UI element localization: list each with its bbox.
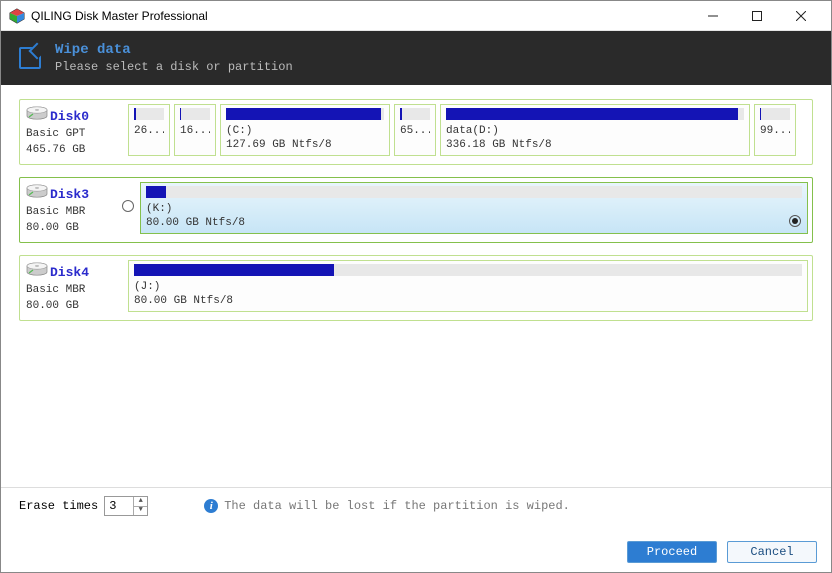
disk-name: Disk0 <box>50 109 89 124</box>
options-bar: Erase times ▲ ▼ i The data will be lost … <box>1 487 831 524</box>
spinner-down-icon[interactable]: ▼ <box>134 507 147 516</box>
disk-size: 80.00 GB <box>26 299 116 314</box>
disk-row[interactable]: Disk4 Basic MBR 80.00 GB(J:)80.00 GB Ntf… <box>19 255 813 321</box>
usage-bar <box>760 108 790 120</box>
usage-bar <box>226 108 384 120</box>
partition-radio[interactable] <box>789 215 801 227</box>
disk-size: 80.00 GB <box>26 221 116 236</box>
erase-times-spinner[interactable]: ▲ ▼ <box>104 496 148 516</box>
usage-bar <box>400 108 430 120</box>
usage-bar <box>446 108 744 120</box>
page-subtitle: Please select a disk or partition <box>55 60 293 74</box>
hint-text: The data will be lost if the partition i… <box>224 499 570 513</box>
cancel-button[interactable]: Cancel <box>727 541 817 563</box>
erase-times-label: Erase times <box>19 499 98 513</box>
partition[interactable]: (K:)80.00 GB Ntfs/8 <box>140 182 808 234</box>
disk-list: Disk0 Basic GPT 465.76 GB 26... 16... (C:)1… <box>1 85 831 321</box>
disk-row[interactable]: Disk3 Basic MBR 80.00 GB (K:)80.00 GB Ntf… <box>19 177 813 243</box>
disk-type: Basic MBR <box>26 205 116 220</box>
partition-size: 26... <box>134 124 164 138</box>
disk-icon <box>26 184 48 204</box>
partition-size: 80.00 GB Ntfs/8 <box>146 216 802 230</box>
partition-size: 336.18 GB Ntfs/8 <box>446 138 744 152</box>
wipe-icon <box>19 47 41 69</box>
partition-list: 26... 16... (C:)127.69 GB Ntfs/8 65... data(… <box>128 104 808 156</box>
disk-info: Disk0 Basic GPT 465.76 GB <box>22 104 122 160</box>
disk-type: Basic GPT <box>26 127 116 142</box>
partition[interactable]: data(D:)336.18 GB Ntfs/8 <box>440 104 750 156</box>
disk-row[interactable]: Disk0 Basic GPT 465.76 GB 26... 16... (C:)1… <box>19 99 813 165</box>
partition[interactable]: 26... <box>128 104 170 156</box>
minimize-button[interactable] <box>691 2 735 30</box>
partition-size: 65... <box>400 124 430 138</box>
disk-name: Disk3 <box>50 187 89 202</box>
maximize-button[interactable] <box>735 2 779 30</box>
partition[interactable]: (C:)127.69 GB Ntfs/8 <box>220 104 390 156</box>
erase-times-input[interactable] <box>105 497 133 515</box>
disk-type: Basic MBR <box>26 283 116 298</box>
usage-bar <box>134 264 802 276</box>
partition-size: 127.69 GB Ntfs/8 <box>226 138 384 152</box>
partition[interactable]: 99... <box>754 104 796 156</box>
partition-list: (K:)80.00 GB Ntfs/8 <box>140 182 808 234</box>
titlebar: QILING Disk Master Professional <box>1 1 831 31</box>
partition-label: (K:) <box>146 202 802 216</box>
partition[interactable]: 16... <box>174 104 216 156</box>
partition-label: data(D:) <box>446 124 744 138</box>
partition[interactable]: (J:)80.00 GB Ntfs/8 <box>128 260 808 312</box>
partition-list: (J:)80.00 GB Ntfs/8 <box>128 260 808 312</box>
partition-label: (C:) <box>226 124 384 138</box>
window-title: QILING Disk Master Professional <box>31 9 208 23</box>
page-header: Wipe data Please select a disk or partit… <box>1 31 831 85</box>
partition[interactable]: 65... <box>394 104 436 156</box>
disk-info: Disk4 Basic MBR 80.00 GB <box>22 260 122 316</box>
action-bar: Proceed Cancel <box>1 532 831 572</box>
disk-name: Disk4 <box>50 265 89 280</box>
disk-size: 465.76 GB <box>26 143 116 158</box>
usage-bar <box>146 186 802 198</box>
disk-icon <box>26 106 48 126</box>
partition-size: 99... <box>760 124 790 138</box>
usage-bar <box>134 108 164 120</box>
app-logo-icon <box>9 8 25 24</box>
page-title: Wipe data <box>55 42 293 58</box>
disk-info: Disk3 Basic MBR 80.00 GB <box>22 182 122 238</box>
disk-radio[interactable] <box>122 200 134 212</box>
spinner-up-icon[interactable]: ▲ <box>134 497 147 507</box>
close-button[interactable] <box>779 2 823 30</box>
partition-label: (J:) <box>134 280 802 294</box>
partition-size: 16... <box>180 124 210 138</box>
info-icon: i <box>204 499 218 513</box>
proceed-button[interactable]: Proceed <box>627 541 717 563</box>
partition-size: 80.00 GB Ntfs/8 <box>134 294 802 308</box>
disk-icon <box>26 262 48 282</box>
usage-bar <box>180 108 210 120</box>
